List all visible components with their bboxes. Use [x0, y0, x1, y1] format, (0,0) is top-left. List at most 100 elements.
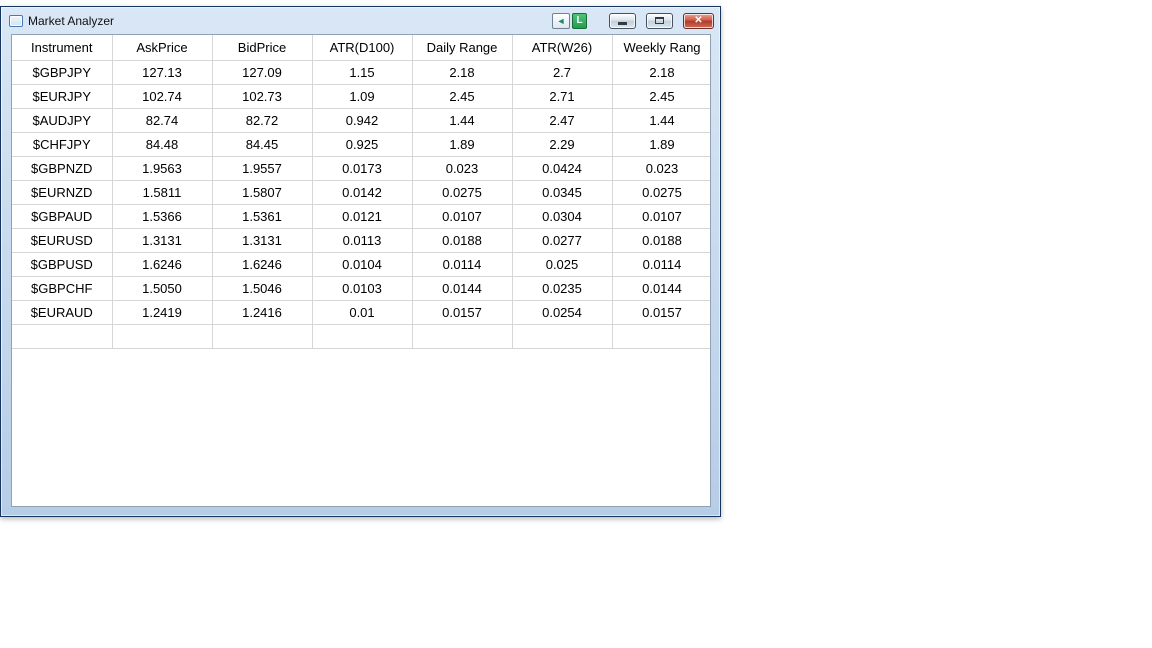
titlebar[interactable]: Market Analyzer ◄ L ✕	[1, 7, 720, 34]
table-cell[interactable]: 84.48	[112, 132, 213, 157]
table-cell[interactable]: 127.13	[112, 60, 213, 85]
table-cell[interactable]: 1.15	[312, 60, 413, 85]
table-cell[interactable]: 0.0144	[412, 276, 513, 301]
table-cell[interactable]: $GBPCHF	[12, 276, 113, 301]
table-cell[interactable]: 0.0345	[512, 180, 613, 205]
table-cell[interactable]: 0.0235	[512, 276, 613, 301]
table-cell[interactable]: 82.72	[212, 108, 313, 133]
table-cell[interactable]: 84.45	[212, 132, 313, 157]
maximize-button[interactable]	[646, 12, 673, 29]
table-cell[interactable]: 1.3131	[112, 228, 213, 253]
table-cell[interactable]: 1.5046	[212, 276, 313, 301]
table-cell[interactable]: 2.45	[612, 84, 710, 109]
table-cell[interactable]: 0.925	[312, 132, 413, 157]
table-cell[interactable]: 1.6246	[212, 252, 313, 277]
table-cell[interactable]: 0.0157	[612, 300, 710, 325]
table-cell[interactable]: $GBPNZD	[12, 156, 113, 181]
table-cell[interactable]: $EURUSD	[12, 228, 113, 253]
table-cell[interactable]: $EURAUD	[12, 300, 113, 325]
table-cell[interactable]: $AUDJPY	[12, 108, 113, 133]
table-cell[interactable]: 0.01	[312, 300, 413, 325]
table-cell[interactable]	[412, 324, 513, 349]
table-cell[interactable]: 0.0114	[612, 252, 710, 277]
table-cell[interactable]: 0.0113	[312, 228, 413, 253]
table-cell[interactable]: 0.0188	[612, 228, 710, 253]
table-cell[interactable]: 0.0188	[412, 228, 513, 253]
column-header[interactable]: ATR(D100)	[312, 35, 413, 61]
close-button[interactable]: ✕	[683, 12, 714, 29]
column-header[interactable]: Weekly Rang	[612, 35, 710, 61]
table-cell[interactable]: $GBPAUD	[12, 204, 113, 229]
table-cell[interactable]: 1.5361	[212, 204, 313, 229]
table-cell[interactable]: 0.0277	[512, 228, 613, 253]
table-cell[interactable]: 1.44	[612, 108, 710, 133]
table-cell[interactable]: 1.5807	[212, 180, 313, 205]
table-cell[interactable]: $GBPJPY	[12, 60, 113, 85]
table-cell[interactable]: 0.0114	[412, 252, 513, 277]
table-cell[interactable]: 2.45	[412, 84, 513, 109]
column-header[interactable]: AskPrice	[112, 35, 213, 61]
table-cell[interactable]: 1.5050	[112, 276, 213, 301]
table-cell[interactable]	[312, 324, 413, 349]
table-cell[interactable]: 0.0144	[612, 276, 710, 301]
table-cell[interactable]	[112, 324, 213, 349]
table-cell[interactable]: 0.0254	[512, 300, 613, 325]
table-cell[interactable]: 1.2416	[212, 300, 313, 325]
table-cell[interactable]: 0.0104	[312, 252, 413, 277]
table-cell[interactable]: 2.18	[412, 60, 513, 85]
table-cell[interactable]: 0.023	[412, 156, 513, 181]
table-cell[interactable]: 0.0275	[612, 180, 710, 205]
table-cell[interactable]: $GBPUSD	[12, 252, 113, 277]
table-cell[interactable]: 82.74	[112, 108, 213, 133]
table-cell[interactable]: 0.023	[612, 156, 710, 181]
column-header[interactable]: Instrument	[12, 35, 113, 61]
table-cell[interactable]	[612, 324, 710, 349]
link-label: L	[576, 14, 583, 26]
table-cell[interactable]	[12, 324, 113, 349]
table-cell[interactable]: 102.74	[112, 84, 213, 109]
table-cell[interactable]: 1.6246	[112, 252, 213, 277]
table-cell[interactable]: $CHFJPY	[12, 132, 113, 157]
table-cell[interactable]	[512, 324, 613, 349]
table-cell[interactable]: 1.3131	[212, 228, 313, 253]
table-cell[interactable]: $EURJPY	[12, 84, 113, 109]
table-cell[interactable]: 0.0424	[512, 156, 613, 181]
table-cell[interactable]: 0.0157	[412, 300, 513, 325]
column-header[interactable]: BidPrice	[212, 35, 313, 61]
table-cell[interactable]: $EURNZD	[12, 180, 113, 205]
table-cell[interactable]: 1.5366	[112, 204, 213, 229]
table-cell[interactable]: 0.0142	[312, 180, 413, 205]
header-row: Instrument AskPrice BidPrice ATR(D100) Daily…	[12, 35, 710, 61]
table-cell[interactable]: 1.2419	[112, 300, 213, 325]
table-cell[interactable]: 0.0275	[412, 180, 513, 205]
table-cell[interactable]: 1.89	[412, 132, 513, 157]
instrument-link-arrow-button[interactable]: ◄	[552, 12, 570, 29]
table-cell[interactable]: 1.89	[612, 132, 710, 157]
table-cell[interactable]: 1.09	[312, 84, 413, 109]
table-cell[interactable]: 2.71	[512, 84, 613, 109]
minimize-button[interactable]	[609, 12, 636, 29]
table-cell[interactable]: 1.9557	[212, 156, 313, 181]
table-cell[interactable]: 102.73	[212, 84, 313, 109]
column-header[interactable]: ATR(W26)	[512, 35, 613, 61]
table-cell[interactable]: 0.0107	[612, 204, 710, 229]
table-cell[interactable]: 2.7	[512, 60, 613, 85]
table-cell[interactable]: 2.18	[612, 60, 710, 85]
table-cell[interactable]: 127.09	[212, 60, 313, 85]
table-cell[interactable]: 0.942	[312, 108, 413, 133]
table-cell[interactable]: 1.5811	[112, 180, 213, 205]
table-row: $AUDJPY 82.74 82.72 0.942 1.44 2.47 1.44	[12, 108, 710, 133]
table-cell[interactable]: 0.0103	[312, 276, 413, 301]
table-cell[interactable]: 0.025	[512, 252, 613, 277]
table-cell[interactable]: 1.9563	[112, 156, 213, 181]
table-cell[interactable]: 1.44	[412, 108, 513, 133]
instrument-link-button[interactable]: L	[572, 12, 587, 29]
table-cell[interactable]	[212, 324, 313, 349]
table-cell[interactable]: 0.0173	[312, 156, 413, 181]
table-cell[interactable]: 2.47	[512, 108, 613, 133]
table-cell[interactable]: 0.0304	[512, 204, 613, 229]
table-cell[interactable]: 2.29	[512, 132, 613, 157]
table-cell[interactable]: 0.0121	[312, 204, 413, 229]
column-header[interactable]: Daily Range	[412, 35, 513, 61]
table-cell[interactable]: 0.0107	[412, 204, 513, 229]
